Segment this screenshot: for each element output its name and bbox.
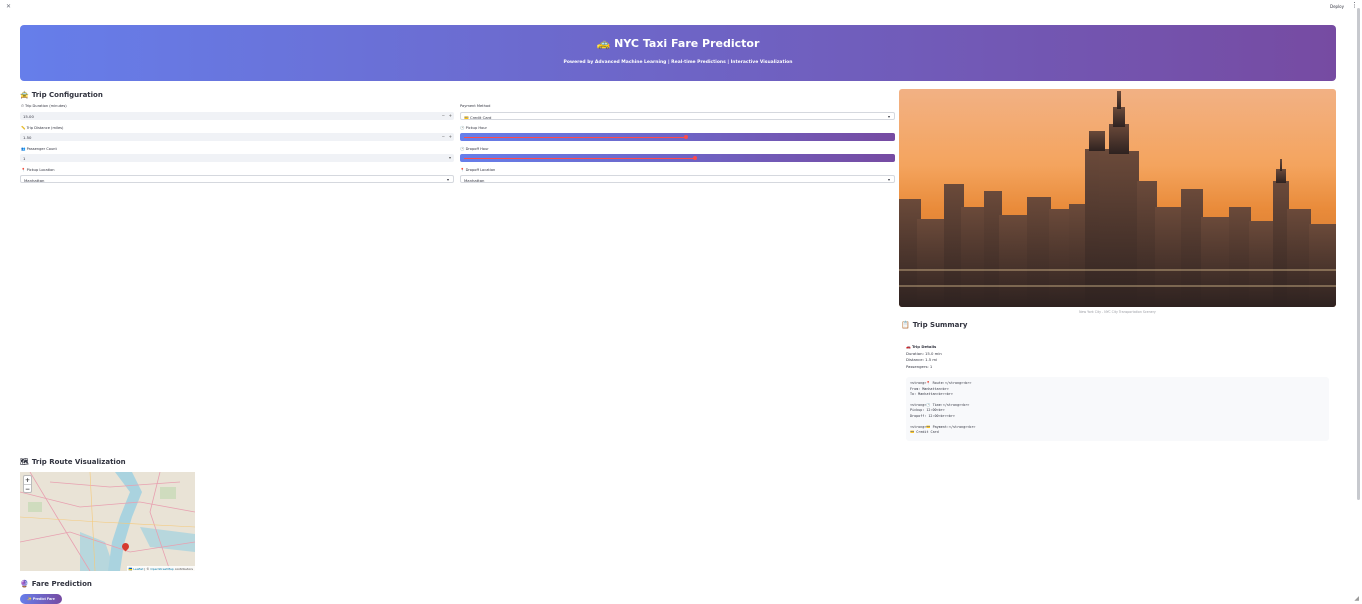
nyc-skyline-image xyxy=(899,89,1336,307)
close-icon[interactable]: ✕ xyxy=(6,3,11,10)
chevron-down-icon: ▾ xyxy=(887,114,890,119)
route-code-block: <strong>📍 Route:</strong><br> From: Manh… xyxy=(906,377,1329,441)
map-icon: 🗺 xyxy=(20,458,29,466)
trip-distance-input[interactable]: 1.50 − + xyxy=(20,133,454,141)
zoom-in-button[interactable]: + xyxy=(24,476,31,485)
resize-handle-icon[interactable]: ◢ xyxy=(1354,595,1359,602)
increment-button[interactable]: + xyxy=(449,134,452,139)
top-bar: ✕ Deploy ⋮ xyxy=(0,0,1362,14)
clock-icon: 🕐 xyxy=(460,147,465,151)
page-subtitle: Powered by Advanced Machine Learning | R… xyxy=(563,60,793,65)
dropoff-hour-slider[interactable] xyxy=(460,154,895,162)
map-attribution: 🇺🇦 Leaflet | © OpenStreetMap contributor… xyxy=(126,566,195,571)
pin-icon: 📍 xyxy=(21,168,26,172)
trip-summary-card: 🚗 Trip Details Duration: 15.0 min Distan… xyxy=(906,344,1130,370)
dropoff-hour-label: 🕐 Dropoff Hour xyxy=(460,147,489,151)
decrement-button[interactable]: − xyxy=(442,113,445,118)
trip-distance-label: 📏 Trip Distance (miles) xyxy=(21,126,64,130)
dropoff-location-label: 📍 Dropoff Location xyxy=(460,168,496,172)
decrement-button[interactable]: − xyxy=(442,134,445,139)
pickup-hour-slider[interactable] xyxy=(460,133,895,141)
dropoff-location-select[interactable]: Manhattan ▾ xyxy=(460,175,895,183)
stopwatch-icon: ⏱ xyxy=(21,104,24,108)
trip-duration-label: ⏱ Trip Duration (minutes) xyxy=(21,104,67,108)
trip-configuration-heading: 🚖 Trip Configuration xyxy=(20,91,103,99)
chevron-down-icon: ▾ xyxy=(448,155,451,160)
osm-link[interactable]: OpenStreetMap xyxy=(150,567,173,571)
page-scrollbar[interactable] xyxy=(1357,8,1360,500)
hero-banner: 🚕 NYC Taxi Fare Predictor Powered by Adv… xyxy=(20,25,1336,81)
zoom-out-button[interactable]: − xyxy=(24,485,31,494)
skyline-illustration xyxy=(899,91,1336,307)
pickup-hour-handle[interactable] xyxy=(684,135,689,139)
ruler-icon: 📏 xyxy=(21,126,26,130)
taxi-icon: 🚕 xyxy=(596,37,611,50)
pickup-hour-label: 🕐 Pickup Hour xyxy=(460,126,488,130)
skyline-caption: New York City - NYC City Transportation … xyxy=(1079,310,1156,314)
ukraine-flag-icon: 🇺🇦 xyxy=(128,566,133,571)
pickup-location-select[interactable]: Manhattan ▾ xyxy=(20,175,454,183)
credit-card-icon: 💳 xyxy=(464,114,469,120)
dropoff-hour-handle[interactable] xyxy=(692,156,697,160)
increment-button[interactable]: + xyxy=(449,113,452,118)
people-icon: 👥 xyxy=(21,147,26,151)
payment-method-label: Payment Method xyxy=(460,104,491,108)
taxi-icon: 🚖 xyxy=(20,91,29,99)
car-icon: 🚗 xyxy=(906,344,911,349)
clipboard-icon: 📋 xyxy=(901,321,910,329)
leaflet-link[interactable]: Leaflet xyxy=(133,567,143,571)
predict-fare-button[interactable]: ✨ Predict Fare xyxy=(20,594,62,604)
dropoff-hour-track-fill xyxy=(464,157,695,159)
chevron-down-icon: ▾ xyxy=(446,177,449,182)
map-zoom-control: + − xyxy=(23,475,32,493)
payment-method-select[interactable]: 💳 Credit Card ▾ xyxy=(460,112,895,120)
trip-duration-input[interactable]: 15.00 − + xyxy=(20,112,454,120)
passenger-count-select[interactable]: 1 ▾ xyxy=(20,154,454,162)
crystal-ball-icon: 🔮 xyxy=(20,580,29,588)
trip-summary-heading: 📋 Trip Summary xyxy=(901,321,968,329)
summary-passengers: Passengers: 1 xyxy=(906,363,933,369)
route-map[interactable]: + − 🇺🇦 Leaflet | © OpenStreetMap contrib… xyxy=(20,472,195,571)
deploy-button[interactable]: Deploy xyxy=(1330,4,1344,9)
pickup-hour-track-fill xyxy=(464,136,687,138)
page-title: 🚕 NYC Taxi Fare Predictor xyxy=(596,37,760,50)
map-tiles xyxy=(20,472,195,571)
passenger-count-label: 👥 Passenger Count xyxy=(21,147,57,151)
route-visualization-heading: 🗺 Trip Route Visualization xyxy=(20,458,126,466)
clock-icon: 🕐 xyxy=(460,126,465,130)
code-line: 💳 Credit Card xyxy=(910,430,939,435)
pin-icon: 📍 xyxy=(460,168,465,172)
fare-prediction-heading: 🔮 Fare Prediction xyxy=(20,580,92,588)
pickup-location-label: 📍 Pickup Location xyxy=(21,168,55,172)
chevron-down-icon: ▾ xyxy=(887,177,890,182)
